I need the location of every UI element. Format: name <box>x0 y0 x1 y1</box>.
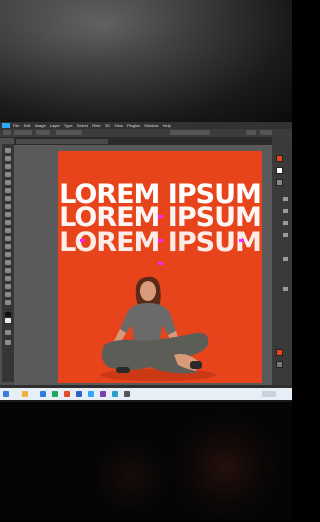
brush-tool-icon[interactable] <box>5 204 11 209</box>
taskbar-app-icon[interactable] <box>112 391 118 397</box>
healing-tool-icon[interactable] <box>5 196 11 201</box>
photoshop-logo-icon[interactable] <box>2 123 10 128</box>
menu-type[interactable]: Type <box>64 123 73 128</box>
document-tab-active[interactable] <box>16 139 108 144</box>
menu-filter[interactable]: Filter <box>92 123 101 128</box>
foreground-color-swatch[interactable] <box>5 312 11 317</box>
menu-select[interactable]: Select <box>77 123 88 128</box>
menu-edit[interactable]: Edit <box>24 123 31 128</box>
screen-mode-icon[interactable] <box>5 340 11 345</box>
workspace-icon[interactable] <box>260 130 272 135</box>
move-tool-icon[interactable] <box>5 148 11 153</box>
menu-layer[interactable]: Layer <box>50 123 60 128</box>
seated-woman-photo <box>100 276 216 381</box>
headline-text-3[interactable]: LOREM IPSUM <box>58 229 262 256</box>
dodge-tool-icon[interactable] <box>5 252 11 257</box>
document-tab-inactive[interactable] <box>110 139 260 144</box>
screen-glare <box>0 0 292 123</box>
color-swatch[interactable] <box>276 179 283 186</box>
taskbar-app-icon[interactable] <box>100 391 106 397</box>
pen-tool-icon[interactable] <box>5 260 11 265</box>
history-icon[interactable] <box>283 287 288 291</box>
taskbar-app-icon[interactable] <box>64 391 70 397</box>
dark-foreground <box>0 402 292 522</box>
right-panels <box>272 137 292 385</box>
monitor: File Edit Image Layer Type Select Filter… <box>0 122 292 402</box>
menu-bar: File Edit Image Layer Type Select Filter… <box>0 122 292 129</box>
blurred-reflection <box>95 442 165 512</box>
search-icon[interactable] <box>246 130 256 135</box>
move-tool-icon[interactable] <box>3 130 11 135</box>
magic-wand-tool-icon[interactable] <box>5 172 11 177</box>
windows-start-icon[interactable] <box>3 391 9 397</box>
transform-handle-bottom[interactable] <box>158 262 163 265</box>
stamp-tool-icon[interactable] <box>5 212 11 217</box>
transform-handle-left[interactable] <box>80 239 85 242</box>
blur-tool-icon[interactable] <box>5 244 11 249</box>
menu-3d[interactable]: 3D <box>105 123 110 128</box>
type-tool-icon[interactable] <box>5 268 11 273</box>
blurred-reflection <box>170 412 280 522</box>
transform-controls-checkbox[interactable] <box>56 130 82 135</box>
taskbar-app-icon[interactable] <box>124 391 130 397</box>
transform-handle-top[interactable] <box>158 215 163 218</box>
taskbar-app-icon[interactable] <box>76 391 82 397</box>
transform-handle-right[interactable] <box>239 239 244 242</box>
windows-taskbar <box>0 388 292 400</box>
taskbar-photoshop-icon[interactable] <box>88 391 94 397</box>
adjustments-icon[interactable] <box>283 209 288 213</box>
canvas-area: LOREM IPSUM LOREM IPSUM LOREM IPSUM <box>14 145 272 385</box>
menu-items: File Edit Image Layer Type Select Filter… <box>13 122 174 129</box>
gradient-tool-icon[interactable] <box>5 236 11 241</box>
paths-icon[interactable] <box>283 257 288 261</box>
path-selection-icon[interactable] <box>5 276 11 281</box>
menu-window[interactable]: Window <box>144 123 158 128</box>
taskbar-app-icon[interactable] <box>40 391 46 397</box>
menu-plugins[interactable]: Plugins <box>127 123 140 128</box>
channels-icon[interactable] <box>283 233 288 237</box>
photoshop-window: File Edit Image Layer Type Select Filter… <box>0 122 292 400</box>
menu-file[interactable]: File <box>13 123 19 128</box>
layers-icon[interactable] <box>283 221 288 225</box>
eyedropper-tool-icon[interactable] <box>5 188 11 193</box>
zoom-tool-icon[interactable] <box>5 300 11 305</box>
background-color-swatch[interactable] <box>5 318 11 323</box>
layer-thumbnail[interactable] <box>276 361 283 368</box>
layer-thumbnail[interactable] <box>276 349 283 356</box>
crop-tool-icon[interactable] <box>5 180 11 185</box>
color-swatch[interactable] <box>276 155 283 162</box>
shape-tool-icon[interactable] <box>5 284 11 289</box>
hand-tool-icon[interactable] <box>5 292 11 297</box>
properties-icon[interactable] <box>283 197 288 201</box>
color-swatch[interactable] <box>276 167 283 174</box>
system-tray-clock[interactable] <box>262 391 276 397</box>
tools-panel <box>2 144 14 382</box>
options-bar <box>0 129 292 138</box>
file-explorer-icon[interactable] <box>22 391 28 397</box>
marquee-tool-icon[interactable] <box>5 156 11 161</box>
history-brush-icon[interactable] <box>5 220 11 225</box>
layer-dropdown[interactable] <box>36 130 50 135</box>
auto-select-checkbox[interactable] <box>14 130 32 135</box>
taskbar-app-icon[interactable] <box>52 391 58 397</box>
eraser-tool-icon[interactable] <box>5 228 11 233</box>
align-buttons[interactable] <box>170 130 210 135</box>
quick-mask-icon[interactable] <box>5 330 11 335</box>
transform-handle-center[interactable] <box>158 239 163 242</box>
menu-image[interactable]: Image <box>35 123 46 128</box>
poster-document[interactable]: LOREM IPSUM LOREM IPSUM LOREM IPSUM <box>58 151 262 383</box>
document-tab-bar <box>14 138 272 145</box>
menu-help[interactable]: Help <box>163 123 171 128</box>
lasso-tool-icon[interactable] <box>5 164 11 169</box>
menu-view[interactable]: View <box>114 123 123 128</box>
